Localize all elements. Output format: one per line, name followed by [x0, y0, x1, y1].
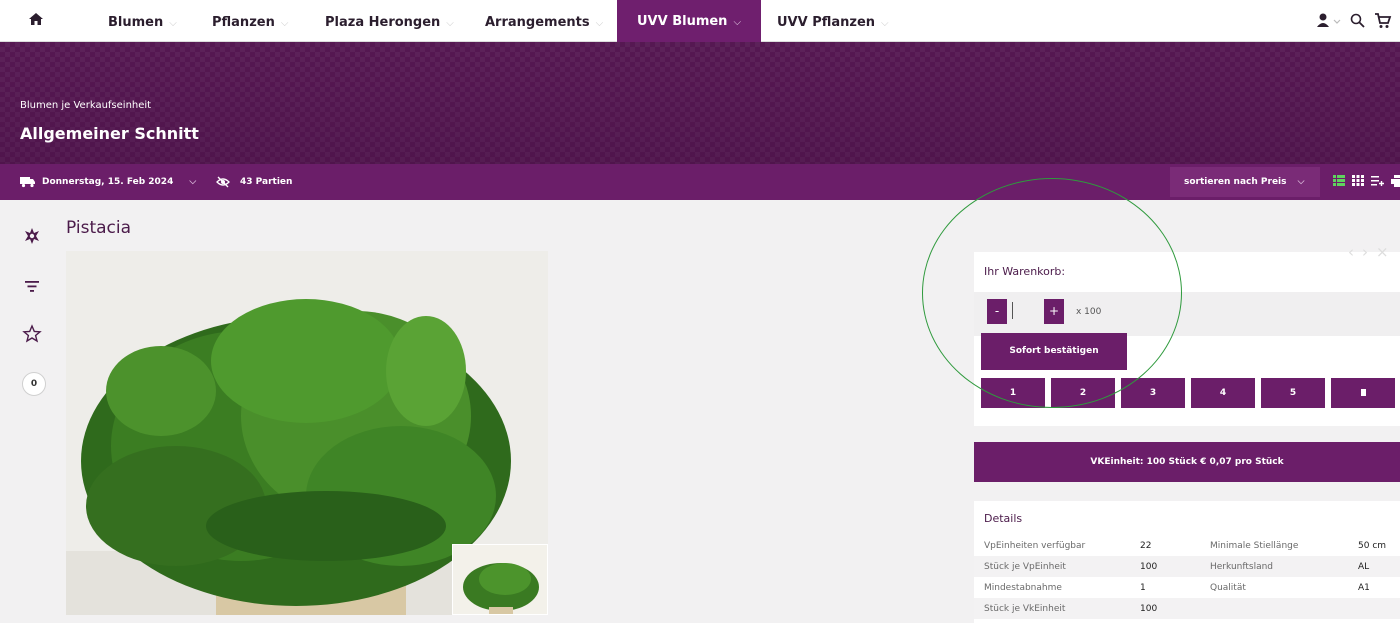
banner-overlay	[0, 42, 1400, 164]
details-row: Stück je VpEinheit 100 Herkunftsland AL	[974, 556, 1400, 577]
delivery-date: Donnerstag, 15. Feb 2024	[42, 177, 174, 187]
unit-multiplier: x 100	[1076, 307, 1102, 317]
details-row: Stück je VkEinheit 100	[974, 598, 1400, 619]
lots-label: 43 Partien	[240, 177, 293, 187]
detail-label: Mindestabnahme	[984, 583, 1062, 593]
chevron-down-icon: ⌵	[280, 18, 289, 29]
cart-label: Ihr Warenkorb:	[984, 265, 1066, 278]
product-title: Pistacia	[66, 218, 132, 238]
nav-item-pflanzen[interactable]: Pflanzen ⌵	[212, 0, 288, 42]
plant-thumbnail	[453, 545, 547, 614]
quantity-row: - + x 100	[974, 292, 1400, 336]
user-icon[interactable]	[1316, 12, 1342, 30]
chevron-down-icon: ⌵	[189, 177, 197, 187]
decrease-button[interactable]: -	[987, 299, 1007, 324]
detail-value: 100	[1140, 562, 1158, 572]
details-panel: Details VpEinheiten verfügbar 22 Minimal…	[974, 501, 1400, 623]
top-navigation: Blumen ⌵ Pflanzen ⌵ Plaza Herongen ⌵ Arrang…	[0, 0, 1400, 42]
nav-item-arrangements[interactable]: Arrangements ⌵	[485, 0, 603, 42]
product-thumbnail[interactable]	[452, 544, 548, 615]
lots-count[interactable]: 43 Partien	[216, 176, 292, 188]
details-row: Mindestabnahme 1 Qualität A1	[974, 577, 1400, 598]
pager-controls: ‹›×	[1348, 243, 1397, 261]
chevron-down-icon: ⌵	[1297, 177, 1305, 187]
cart-panel: Ihr Warenkorb: - + x 100 Sofort bestätig…	[974, 252, 1400, 426]
details-row: VpEinheiten verfügbar 22 Minimale Stiell…	[974, 535, 1400, 556]
banner-subtitle: Blumen je Verkaufseinheit	[20, 100, 152, 111]
quantity-input[interactable]	[1008, 298, 1042, 324]
cart-icon[interactable]	[1374, 12, 1392, 30]
nav-item-uvv-pflanzen[interactable]: UVV Pflanzen ⌵	[777, 0, 889, 42]
page-title: Allgemeiner Schnitt	[20, 124, 199, 143]
compact-view-icon[interactable]	[1371, 175, 1384, 186]
nav-label: Arrangements	[485, 15, 590, 30]
confirm-now-button[interactable]: Sofort bestätigen	[981, 333, 1127, 370]
print-icon[interactable]	[1391, 175, 1400, 187]
detail-value: 1	[1140, 583, 1146, 593]
nav-item-blumen[interactable]: Blumen ⌵	[108, 0, 177, 42]
detail-value: 100	[1140, 604, 1158, 614]
detail-value: 50 cm	[1358, 541, 1387, 551]
detail-label: Qualität	[1210, 583, 1246, 593]
star-icon[interactable]	[22, 324, 42, 344]
eye-off-icon	[216, 176, 230, 188]
nav-label: Blumen	[108, 15, 164, 30]
nav-label: Pflanzen	[212, 15, 275, 30]
nav-item-plaza-herongen[interactable]: Plaza Herongen ⌵	[325, 0, 454, 42]
detail-label: Minimale Stiellänge	[1210, 541, 1299, 551]
chevron-down-icon: ⌵	[595, 18, 604, 29]
quick-qty-4[interactable]: 4	[1191, 378, 1255, 408]
home-icon[interactable]	[28, 11, 44, 27]
detail-label: Herkunftsland	[1210, 562, 1274, 572]
nav-item-uvv-blumen[interactable]: UVV Blumen ⌵	[617, 0, 762, 42]
cart-count-badge[interactable]: 0	[22, 372, 46, 396]
list-view-icon[interactable]	[1333, 175, 1345, 186]
nav-label: UVV Pflanzen	[777, 15, 876, 30]
chevron-down-icon: ⌵	[733, 17, 742, 28]
detail-label: VpEinheiten verfügbar	[984, 541, 1086, 551]
quick-qty-2[interactable]: 2	[1051, 378, 1115, 408]
filter-icon[interactable]	[22, 276, 42, 296]
chevron-down-icon: ⌵	[446, 18, 454, 29]
details-heading: Details	[984, 512, 1023, 525]
sales-unit-banner: VKEinheit: 100 Stück € 0,07 pro Stück	[974, 442, 1400, 482]
flower-icon[interactable]	[22, 226, 42, 246]
detail-label: Stück je VpEinheit	[984, 562, 1066, 572]
next-icon[interactable]: ›	[1362, 243, 1376, 261]
trash-icon	[1360, 389, 1366, 396]
nav-label: Plaza Herongen	[325, 15, 441, 30]
truck-icon	[20, 177, 35, 188]
chevron-down-icon: ⌵	[881, 18, 889, 29]
quick-quantity-buttons: 1 2 3 4 5	[981, 378, 1395, 408]
detail-label: Stück je VkEinheit	[984, 604, 1066, 614]
search-icon[interactable]	[1349, 12, 1367, 30]
text-cursor	[1012, 302, 1013, 319]
nav-label: UVV Blumen	[637, 14, 728, 29]
grid-view-icon[interactable]	[1352, 175, 1364, 186]
quick-qty-3[interactable]: 3	[1121, 378, 1185, 408]
quick-qty-1[interactable]: 1	[981, 378, 1045, 408]
sort-label: sortieren nach Preis	[1184, 177, 1287, 187]
increase-button[interactable]: +	[1044, 299, 1064, 324]
prev-icon[interactable]: ‹	[1348, 243, 1362, 261]
detail-value: 22	[1140, 541, 1152, 551]
filter-bar: Donnerstag, 15. Feb 2024 ⌵ 43 Partien so…	[0, 164, 1400, 200]
chevron-down-icon: ⌵	[169, 18, 177, 29]
close-icon[interactable]: ×	[1376, 243, 1397, 261]
sort-select[interactable]: sortieren nach Preis ⌵	[1170, 167, 1320, 197]
category-banner: Blumen je Verkaufseinheit Allgemeiner Sc…	[0, 42, 1400, 164]
detail-value: A1	[1358, 583, 1370, 593]
delivery-date-select[interactable]: Donnerstag, 15. Feb 2024 ⌵	[20, 176, 196, 188]
clear-cart-button[interactable]	[1331, 378, 1395, 408]
view-switcher	[1333, 175, 1400, 187]
quick-qty-5[interactable]: 5	[1261, 378, 1325, 408]
detail-value: AL	[1358, 562, 1370, 572]
